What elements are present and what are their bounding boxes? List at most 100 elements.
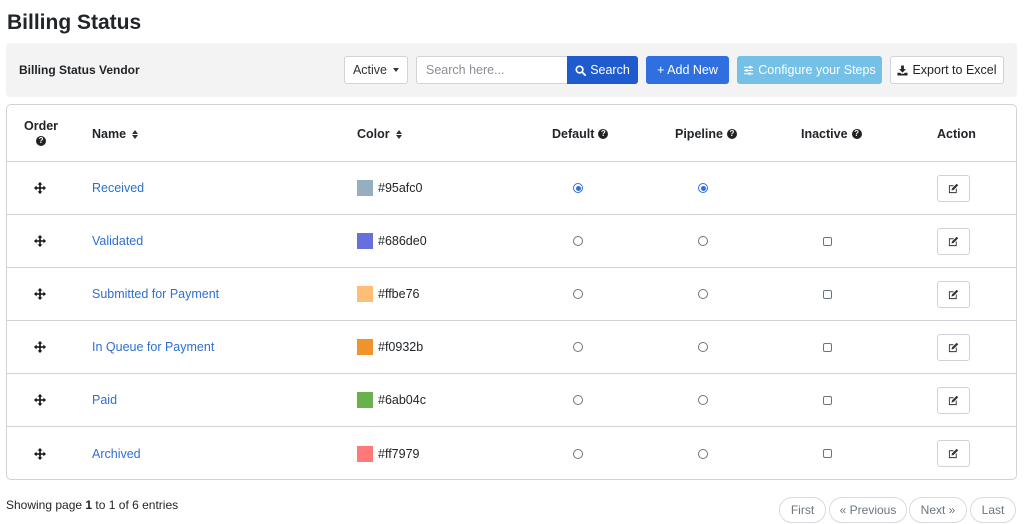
sort-icon [132,129,139,139]
status-name-link[interactable]: In Queue for Payment [92,321,214,373]
status-name-link[interactable]: Validated [92,215,143,267]
color-cell: #ff7979 [357,427,420,479]
help-icon: ? [36,136,47,146]
pipeline-radio[interactable] [698,448,708,459]
pipeline-radio-cell [698,268,708,320]
table-row: Archived #ff7979 [7,427,1016,479]
color-swatch [357,392,373,408]
search-input[interactable] [416,56,568,84]
inactive-checkbox[interactable] [823,236,832,246]
pagination-first-button[interactable]: First [779,497,826,523]
column-name-label: Name [92,127,127,141]
edit-button[interactable] [937,333,970,361]
pagination-previous-button[interactable]: « Previous [829,497,907,523]
table-header: Order ? Name Color Default ? Pipeline ? … [7,105,1016,162]
drag-handle[interactable] [34,321,46,373]
pagination-info-suffix: to 1 of 6 entries [92,498,179,512]
drag-handle[interactable] [34,215,46,267]
table-row: Submitted for Payment #ffbe76 [7,268,1016,321]
edit-button[interactable] [937,386,970,414]
column-inactive-label: Inactive [801,127,848,141]
search-button[interactable]: Search [567,56,638,84]
column-pipeline: Pipeline ? [675,127,737,141]
status-name-link[interactable]: Submitted for Payment [92,268,219,320]
pipeline-radio-cell [698,162,708,214]
inactive-checkbox[interactable] [823,449,832,458]
table-row: In Queue for Payment #f0932b [7,321,1016,374]
help-icon: ? [851,129,862,139]
pipeline-radio-cell [698,374,708,426]
inactive-checkbox[interactable] [823,342,832,352]
pagination-next-button[interactable]: Next » [909,497,967,523]
color-swatch [357,286,373,302]
action-cell [937,374,970,426]
color-cell: #ffbe76 [357,268,419,320]
default-radio-cell [573,374,583,426]
action-cell [937,321,970,373]
drag-handle[interactable] [34,268,46,320]
edit-icon [948,342,959,353]
inactive-checkbox-cell [823,427,832,479]
edit-icon [948,183,959,194]
color-cell: #686de0 [357,215,427,267]
move-arrows-icon [34,235,46,247]
column-color[interactable]: Color [357,127,402,141]
edit-icon [948,236,959,247]
inactive-checkbox[interactable] [823,395,832,405]
drag-handle[interactable] [34,427,46,479]
toolbar-title: Billing Status Vendor [19,63,140,77]
export-excel-button[interactable]: Export to Excel [890,56,1004,84]
edit-button[interactable] [937,280,970,308]
pipeline-radio[interactable] [698,395,708,405]
column-action-label: Action [937,127,976,141]
sort-icon [395,129,402,139]
export-excel-label: Export to Excel [912,63,997,77]
color-cell: #f0932b [357,321,423,373]
status-filter-dropdown[interactable]: Active [344,56,408,84]
status-name-link[interactable]: Paid [92,374,117,426]
move-arrows-icon [34,394,46,406]
pipeline-radio[interactable] [698,236,708,246]
status-name-link[interactable]: Received [92,162,144,214]
pipeline-radio[interactable] [698,289,708,299]
column-name[interactable]: Name [92,127,139,141]
edit-button[interactable] [937,440,970,467]
pagination-last-button[interactable]: Last [970,497,1016,523]
action-cell [937,427,970,479]
configure-steps-button[interactable]: Configure your Steps [737,56,882,84]
drag-handle[interactable] [34,374,46,426]
pagination-info: Showing page 1 to 1 of 6 entries [6,498,178,512]
inactive-checkbox-cell [823,268,832,320]
pipeline-radio[interactable] [698,342,708,352]
action-cell [937,268,970,320]
color-hex: #f0932b [378,340,424,354]
column-default: Default ? [552,127,609,141]
column-order-label: Order [24,119,59,133]
default-radio[interactable] [573,342,583,352]
inactive-checkbox[interactable] [823,289,832,299]
billing-status-table: Order ? Name Color Default ? Pipeline ? … [6,104,1017,480]
default-radio[interactable] [573,289,583,299]
default-radio[interactable] [573,395,583,405]
edit-button[interactable] [937,174,970,202]
column-pipeline-label: Pipeline [675,127,723,141]
caret-down-icon [393,68,400,72]
configure-steps-label: Configure your Steps [758,63,876,77]
default-radio-cell [573,215,583,267]
table-row: Paid #6ab04c [7,374,1016,427]
default-radio[interactable] [573,183,583,193]
add-new-button[interactable]: + Add New [646,56,729,84]
table-row: Validated #686de0 [7,215,1016,268]
status-name-link[interactable]: Archived [92,427,141,479]
column-color-label: Color [357,127,390,141]
pipeline-radio[interactable] [698,183,708,193]
default-radio[interactable] [573,448,583,459]
edit-button[interactable] [937,227,970,255]
edit-icon [948,448,959,459]
color-swatch [357,339,373,355]
drag-handle[interactable] [34,162,46,214]
pagination-info-prefix: Showing page [6,498,86,512]
default-radio[interactable] [573,236,583,246]
sliders-icon [743,65,754,76]
color-hex: #ff7979 [378,446,420,461]
